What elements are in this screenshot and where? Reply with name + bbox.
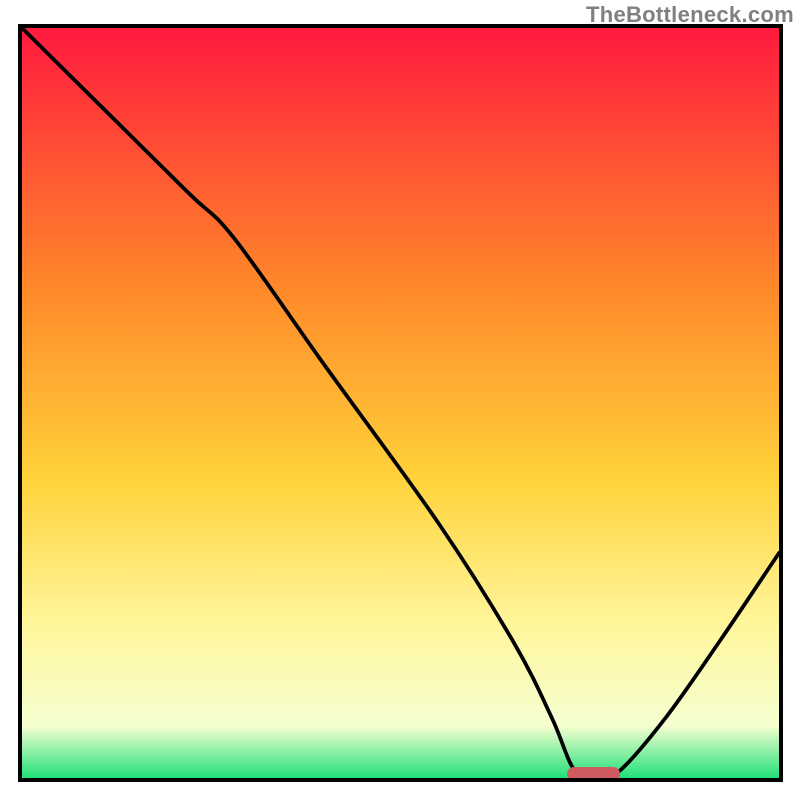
- watermark-text: TheBottleneck.com: [586, 2, 794, 28]
- curve-svg: [22, 28, 779, 778]
- optimal-range-marker: [567, 767, 620, 781]
- bottleneck-plot: [18, 24, 783, 782]
- stage: TheBottleneck.com: [0, 0, 800, 800]
- bottleneck-curve: [22, 28, 779, 778]
